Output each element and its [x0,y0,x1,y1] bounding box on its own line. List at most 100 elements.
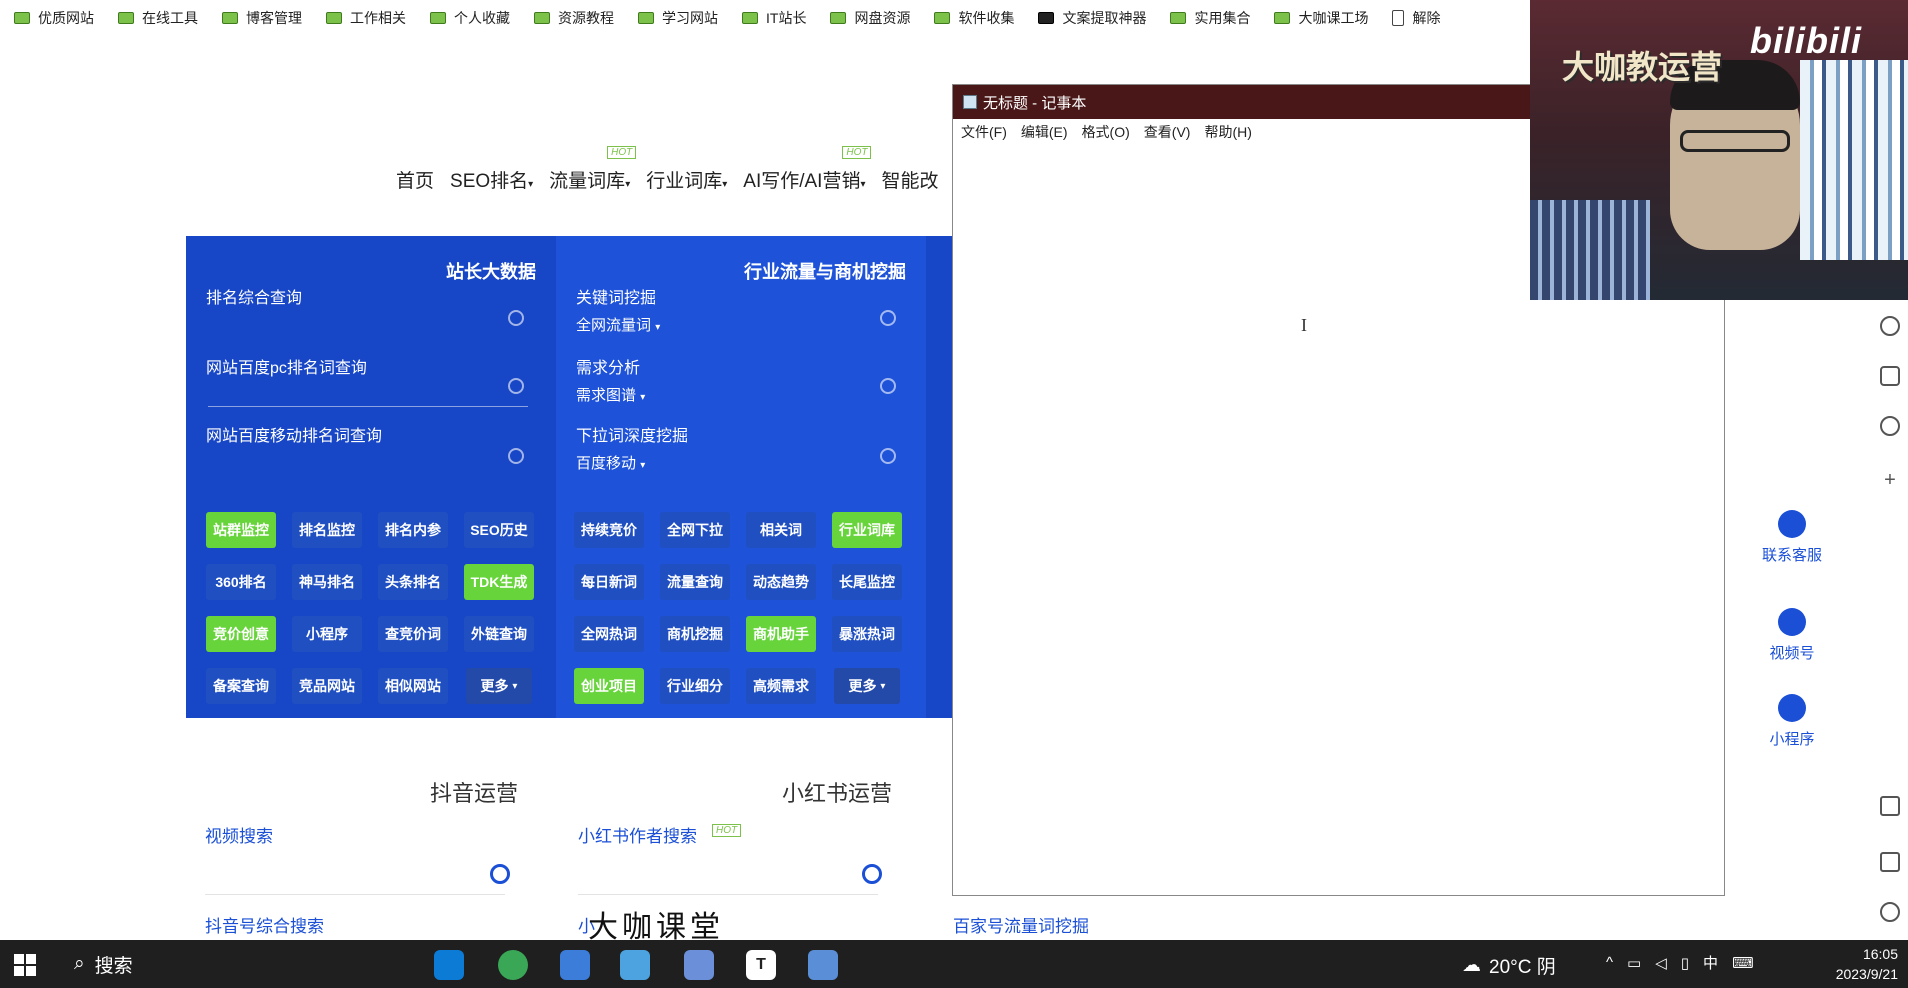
tool-button[interactable]: 备案查询 [206,668,276,704]
tool-button[interactable]: 每日新词 [574,564,644,600]
keyboard-icon[interactable]: ⌨ [1732,954,1754,972]
bookmark-item[interactable]: 个人收藏 [430,8,510,28]
bookmark-item[interactable]: 优质网站 [14,8,94,28]
tool-button[interactable]: 相关词 [746,512,816,548]
external-link-icon[interactable] [1880,852,1900,872]
typora-icon[interactable]: T [746,950,776,980]
bookmark-item[interactable]: 解除 [1392,8,1440,28]
taskbar-search[interactable]: ⌕ 搜索 [64,940,334,988]
tool-button[interactable]: 全网热词 [574,616,644,652]
tool-button[interactable]: 神马排名 [292,564,362,600]
mobile-rank-field[interactable]: 网站百度移动排名词查询 [206,422,382,446]
demand-analysis-field[interactable]: 需求分析 [576,354,640,378]
taskbar-clock[interactable]: 16:05 2023/9/21 [1826,944,1898,984]
tool-button[interactable]: 暴涨热词 [832,616,902,652]
bookmark-item[interactable]: 资源教程 [534,8,614,28]
weather-widget[interactable]: ☁ 20°C 阴 [1462,952,1556,979]
network-icon[interactable]: ▭ [1627,954,1641,972]
tool-button[interactable]: 排名监控 [292,512,362,548]
tool-button[interactable]: 查竞价词 [378,616,448,652]
app-icon[interactable] [684,950,714,980]
bookmark-item[interactable]: 大咖课工场 [1274,8,1368,28]
tool-button[interactable]: 商机助手 [746,616,816,652]
search-icon[interactable] [508,378,524,394]
bookmark-item[interactable]: 博客管理 [222,8,302,28]
dropdown-word-field[interactable]: 下拉词深度挖掘 [576,422,688,446]
tool-button[interactable]: SEO历史 [464,512,534,548]
bookmark-item[interactable]: 软件收集 [934,8,1014,28]
battery-icon[interactable]: ▯ [1681,954,1689,972]
gear-icon[interactable] [1880,902,1900,922]
more-button[interactable]: 更多 ▾ [834,668,900,704]
dropdown[interactable]: 百度移动 ▾ [576,452,645,473]
video-search-link[interactable]: 视频搜索 [205,822,273,847]
menu-format[interactable]: 格式(O) [1082,122,1130,142]
tool-button[interactable]: 排名内参 [378,512,448,548]
bookmark-item[interactable]: 在线工具 [118,8,198,28]
keyword-mining-field[interactable]: 关键词挖掘 [576,284,656,308]
file-explorer-icon[interactable] [808,950,838,980]
nav-traffic-words[interactable]: 流量词库▾ HOT [549,146,637,193]
app-icon[interactable] [560,950,590,980]
volume-icon[interactable]: ◁ [1655,954,1667,972]
search-icon[interactable] [880,310,896,326]
bookmark-item[interactable]: IT站长 [742,8,806,28]
more-button[interactable]: 更多 ▾ [466,668,532,704]
douyin-account-link[interactable]: 抖音号综合搜索 [205,912,324,937]
tool-button[interactable]: 小程序 [292,616,362,652]
screenshot-icon[interactable] [1880,796,1900,816]
sidebar-app-icon[interactable] [1880,316,1900,336]
bookmark-item[interactable]: 工作相关 [326,8,406,28]
tool-button[interactable]: 行业词库 [832,512,902,548]
tool-button[interactable]: 行业细分 [660,668,730,704]
menu-help[interactable]: 帮助(H) [1204,122,1251,142]
tool-button[interactable]: 站群监控 [206,512,276,548]
bookmark-item[interactable]: 文案提取神器 [1038,8,1146,28]
contact-support-button[interactable]: 联系客服 [1742,510,1842,565]
search-icon[interactable] [508,448,524,464]
tool-button[interactable]: 全网下拉 [660,512,730,548]
xhs-search-input[interactable] [578,894,878,895]
tool-button[interactable]: 头条排名 [378,564,448,600]
dropdown[interactable]: 需求图谱 ▾ [576,384,645,405]
mini-program-button[interactable]: 小程序 [1742,694,1842,749]
search-icon[interactable] [862,864,882,884]
menu-edit[interactable]: 编辑(E) [1021,122,1068,142]
tool-button[interactable]: 竞价创意 [206,616,276,652]
windows-start-icon[interactable] [14,954,36,976]
add-icon[interactable]: + [1880,470,1900,490]
chevron-up-icon[interactable]: ^ [1606,954,1613,971]
bookmark-item[interactable]: 网盘资源 [830,8,910,28]
tool-button[interactable]: 流量查询 [660,564,730,600]
tool-button[interactable]: 相似网站 [378,668,448,704]
tool-button[interactable]: 高频需求 [746,668,816,704]
edge-beta-icon[interactable] [434,950,464,980]
nav-home[interactable]: 首页 [396,166,434,193]
menu-file[interactable]: 文件(F) [961,122,1007,142]
tool-button[interactable]: 长尾监控 [832,564,902,600]
tool-button[interactable]: TDK生成 [464,564,534,600]
search-icon[interactable] [508,310,524,326]
rank-query-field[interactable]: 排名综合查询 [206,284,302,308]
xhs-author-search-link[interactable]: 小红书作者搜索 [578,822,697,847]
sidebar-app-icon[interactable] [1880,366,1900,386]
nav-industry-words[interactable]: 行业词库▾ [646,166,727,193]
search-icon[interactable] [880,378,896,394]
tool-button[interactable]: 动态趋势 [746,564,816,600]
tool-button[interactable]: 持续竞价 [574,512,644,548]
video-account-button[interactable]: 视频号 [1742,608,1842,663]
tool-button[interactable]: 竞品网站 [292,668,362,704]
tool-button[interactable]: 创业项目 [574,668,644,704]
bookmark-item[interactable]: 实用集合 [1170,8,1250,28]
search-icon[interactable] [490,864,510,884]
tool-button[interactable]: 商机挖掘 [660,616,730,652]
video-search-input[interactable] [205,894,505,895]
tool-button[interactable]: 360排名 [206,564,276,600]
chrome-icon[interactable] [498,950,528,980]
menu-view[interactable]: 查看(V) [1144,122,1191,142]
pc-rank-field[interactable]: 网站百度pc排名词查询 [206,354,367,378]
baijia-link[interactable]: 百家号流量词挖掘 [953,912,1089,937]
ime-indicator[interactable]: 中 [1703,952,1718,973]
settings-icon[interactable] [1880,416,1900,436]
nav-seo[interactable]: SEO排名▾ [450,166,533,193]
